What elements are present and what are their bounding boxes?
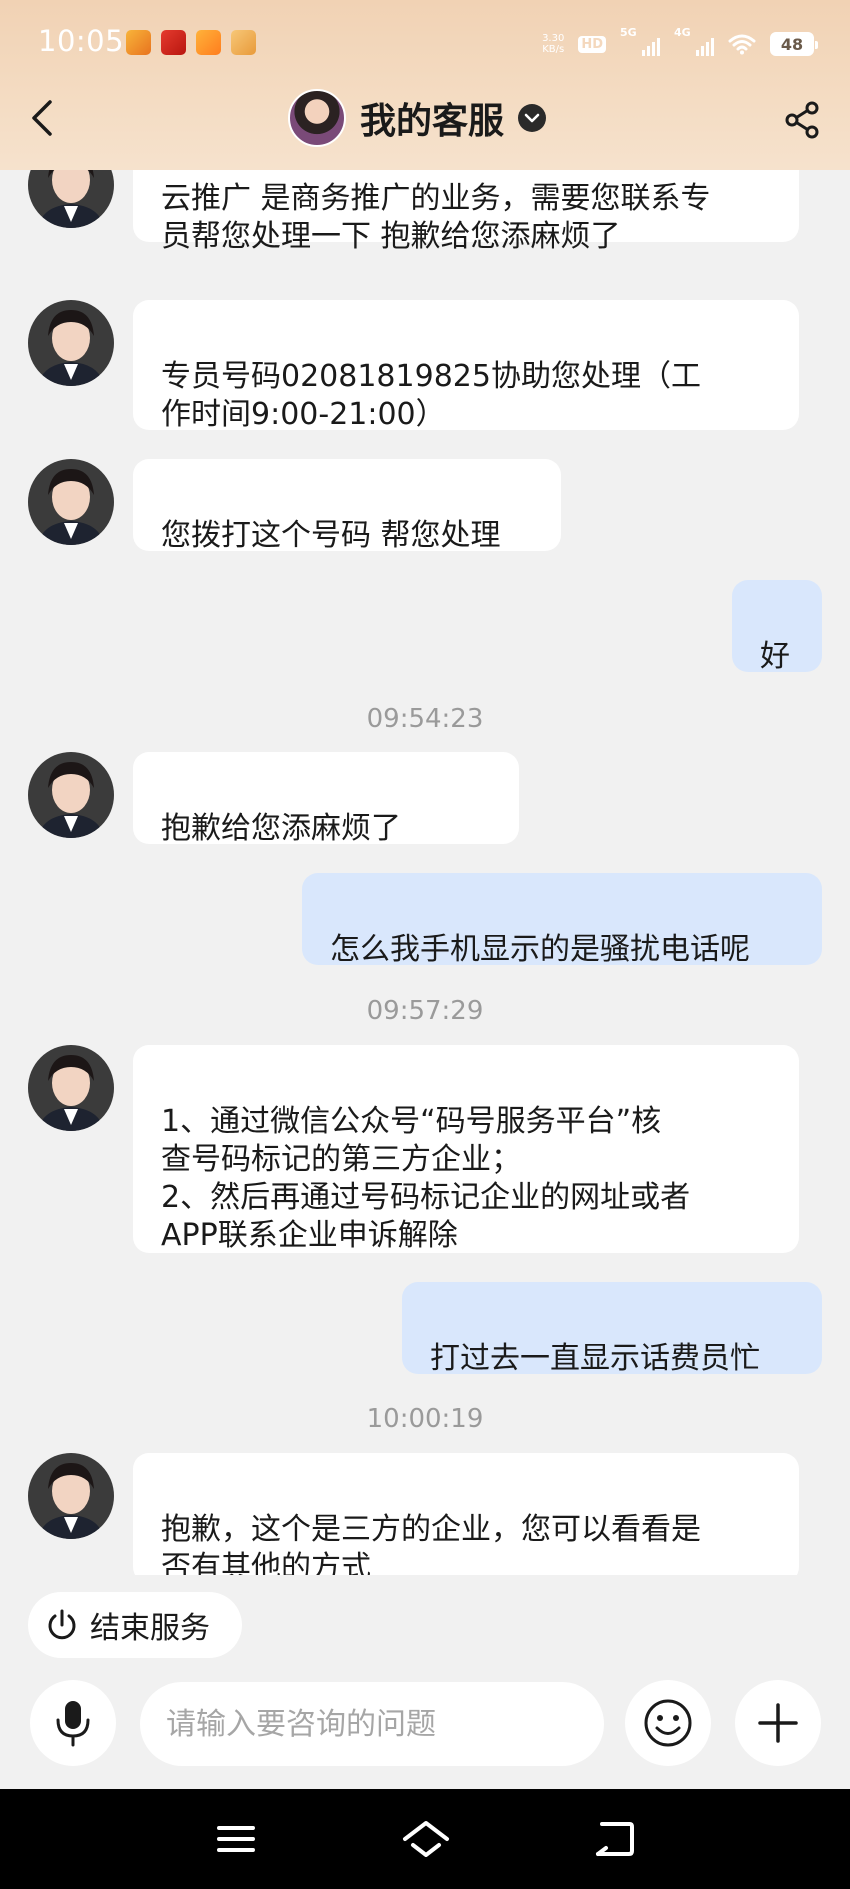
home-icon [403, 1821, 449, 1857]
end-service-label: 结束服务 [90, 1611, 210, 1646]
agent-avatar [288, 89, 346, 147]
agent-message: 抱歉给您添麻烦了 [133, 752, 519, 846]
agent-message: 云推广 是商务推广的业务，需要您联系专 员帮您处理一下 抱歉给您添麻烦了 [133, 170, 799, 254]
agent-avatar [28, 300, 114, 386]
emoji-button[interactable] [625, 1680, 711, 1766]
user-message: 打过去一直显示话费员忙 [402, 1282, 822, 1376]
input-row [0, 1680, 850, 1772]
app-icon-2 [161, 30, 186, 55]
status-bar: 10:05 3.30 KB/s HD 5G 4G 48 [0, 0, 850, 84]
battery-icon: 48 [770, 32, 818, 56]
signal-4g-label: 4G [674, 26, 691, 39]
agent-avatar [28, 459, 114, 545]
hd-badge: HD [578, 35, 606, 53]
agent-avatar [28, 1045, 114, 1131]
agent-message: 1、通过微信公众号“码号服务平台”核 查号码标记的第三方企业； 2、然后再通过号… [133, 1045, 799, 1253]
system-nav-bar [0, 1789, 850, 1889]
app-icon-3 [196, 30, 221, 55]
signal-4g-icon: 4G [674, 26, 714, 56]
status-time: 10:05 [38, 24, 125, 58]
back-icon [596, 1822, 634, 1856]
timestamp: 09:54:23 [366, 704, 484, 734]
network-speed-unit: KB/s [542, 44, 565, 55]
app-icon-1 [126, 30, 151, 55]
power-icon [48, 1609, 76, 1640]
notification-icons [126, 30, 256, 55]
message-text: 抱歉给您添麻烦了 [161, 811, 401, 846]
message-text: 怎么我手机显示的是骚扰电话呢 [330, 932, 750, 967]
nav-menu-button[interactable] [208, 1815, 264, 1863]
back-arrow-icon [32, 100, 52, 136]
agent-message: 专员号码02081819825协助您处理（工 作时间9:00-21:00） [133, 300, 799, 432]
message-text: 抱歉，这个是三方的企业，您可以看看是 否有其他的方式 [161, 1512, 701, 1575]
back-button[interactable] [22, 96, 62, 140]
header: 10:05 3.30 KB/s HD 5G 4G 48 我的客服 [0, 0, 850, 170]
agent-message: 抱歉，这个是三方的企业，您可以看看是 否有其他的方式 [133, 1453, 799, 1575]
network-speed-value: 3.30 [542, 33, 565, 44]
voice-button[interactable] [30, 1680, 116, 1766]
app-icon-4 [231, 30, 256, 55]
timestamp: 09:57:29 [366, 996, 484, 1026]
plus-button[interactable] [735, 1680, 821, 1766]
user-message: 好 [732, 580, 822, 674]
agent-avatar [28, 170, 114, 228]
page-title: 我的客服 [360, 101, 505, 142]
agent-message: 您拨打这个号码 帮您处理 [133, 459, 561, 553]
user-message: 怎么我手机显示的是骚扰电话呢 [302, 873, 822, 967]
message-text: 云推广 是商务推广的业务，需要您联系专 员帮您处理一下 抱歉给您添麻烦了 [161, 181, 711, 254]
message-text: 1、通过微信公众号“码号服务平台”核 查号码标记的第三方企业； 2、然后再通过号… [161, 1104, 691, 1253]
message-text: 专员号码02081819825协助您处理（工 作时间9:00-21:00） [161, 359, 701, 432]
message-text: 好 [760, 639, 790, 674]
agent-avatar [28, 1453, 114, 1539]
nav-back-button[interactable] [586, 1815, 642, 1863]
plus-icon [758, 1703, 798, 1743]
status-indicators: 3.30 KB/s HD 5G 4G 48 [542, 26, 818, 62]
signal-5g-label: 5G [620, 26, 637, 39]
wifi-icon [728, 34, 756, 55]
signal-5g-icon: 5G [620, 26, 660, 56]
battery-level: 48 [780, 34, 804, 54]
share-button[interactable] [780, 98, 824, 142]
chat-area[interactable]: 云推广 是商务推广的业务，需要您联系专 员帮您处理一下 抱歉给您添麻烦了 专员号… [0, 170, 850, 1575]
network-speed: 3.30 KB/s [542, 33, 564, 55]
title-bar: 我的客服 [0, 84, 850, 170]
message-text: 您拨打这个号码 帮您处理 [161, 518, 501, 553]
timestamp: 10:00:19 [366, 1404, 484, 1434]
title-area[interactable]: 我的客服 [288, 88, 547, 148]
menu-icon [217, 1826, 255, 1852]
share-icon [785, 101, 819, 139]
agent-avatar [28, 752, 114, 838]
message-text: 打过去一直显示话费员忙 [430, 1341, 760, 1376]
end-service-button[interactable]: 结束服务 [28, 1592, 242, 1658]
microphone-icon [56, 1701, 90, 1747]
nav-home-button[interactable] [398, 1815, 454, 1863]
emoji-icon [644, 1699, 692, 1747]
chevron-down-icon[interactable] [518, 104, 547, 132]
message-input[interactable] [140, 1682, 604, 1766]
